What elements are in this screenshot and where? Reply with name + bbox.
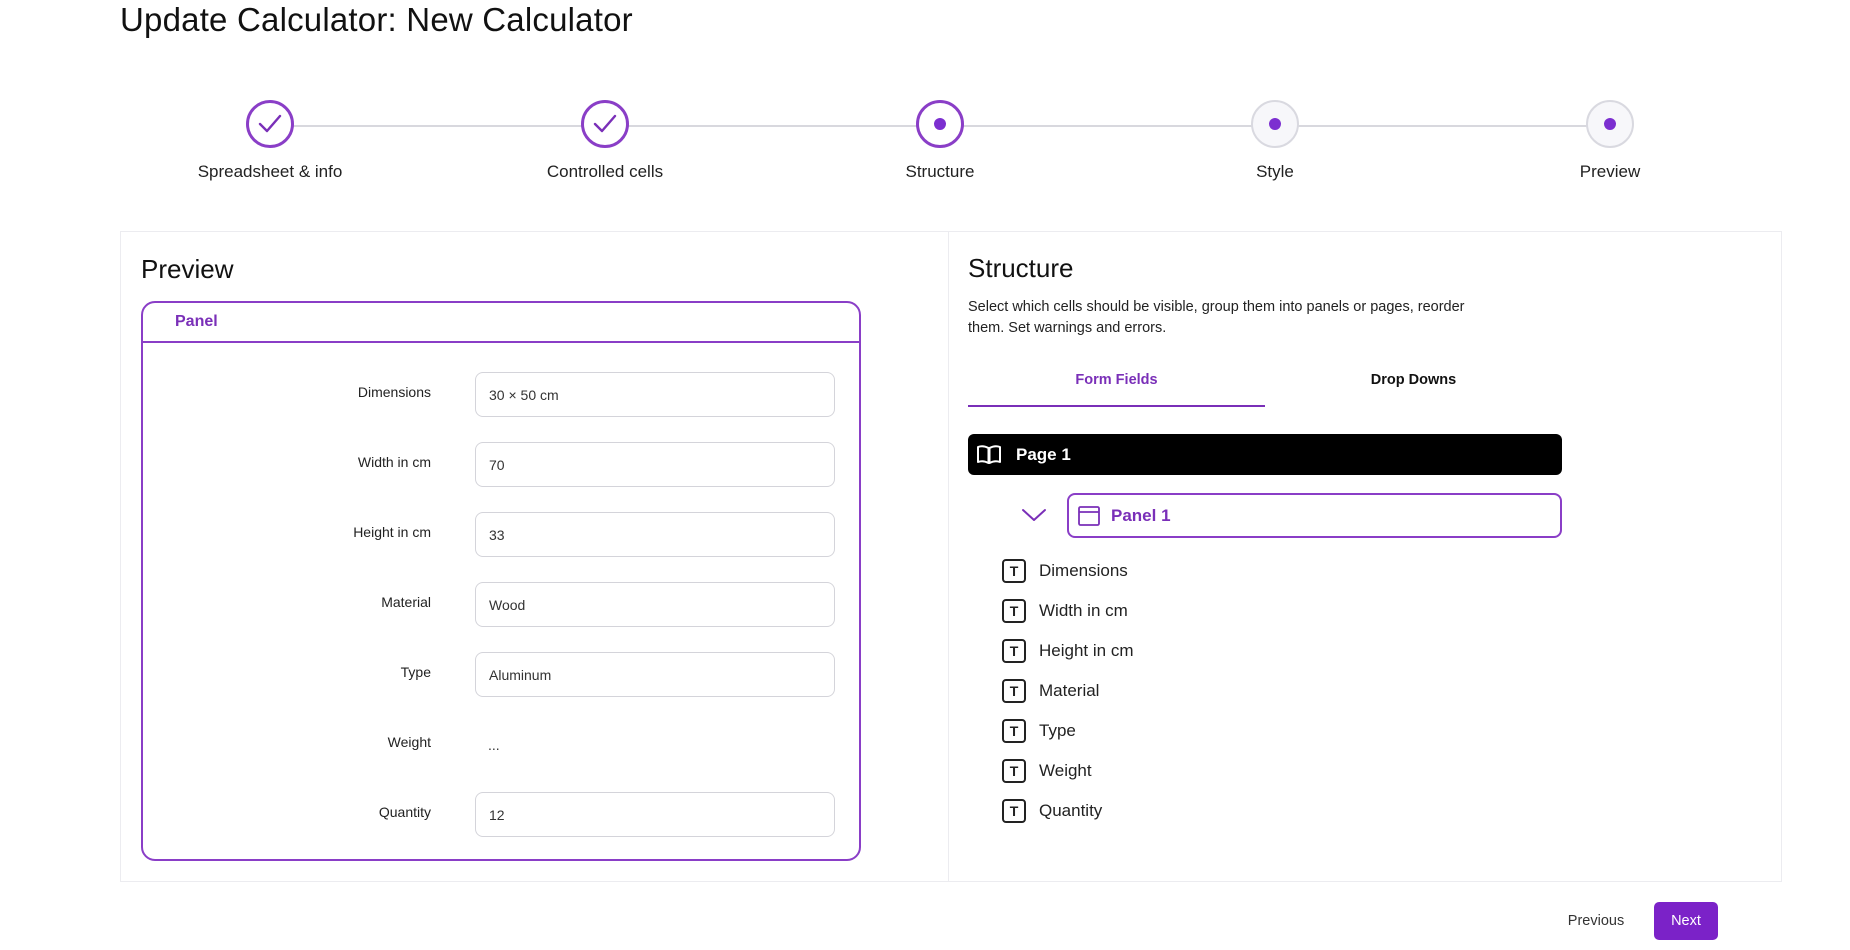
step-upcoming-circle <box>1251 100 1299 148</box>
text-field-icon: T <box>1002 599 1026 623</box>
structure-description: Select which cells should be visible, gr… <box>968 299 1465 336</box>
text-field-icon: T <box>1002 719 1026 743</box>
tree-item-label: Dimensions <box>1039 561 1128 580</box>
step-spreadsheet-info[interactable]: Spreadsheet & info <box>160 100 380 182</box>
step-upcoming-circle <box>1586 100 1634 148</box>
text-field-icon: T <box>1002 759 1026 783</box>
step-dot-icon <box>1269 118 1281 130</box>
page-1-node[interactable]: Page 1 <box>968 434 1562 475</box>
panel-window-icon <box>1078 505 1100 526</box>
text-field-icon: T <box>1002 679 1026 703</box>
progress-stepper: Spreadsheet & info Controlled cells Stru… <box>120 100 1780 200</box>
step-done-circle <box>581 100 629 148</box>
text-field-icon: T <box>1002 639 1026 663</box>
tree-item-label: Material <box>1039 681 1100 700</box>
text-field-icon: T <box>1002 559 1026 583</box>
step-preview[interactable]: Preview <box>1500 100 1720 182</box>
step-style[interactable]: Style <box>1165 100 1385 182</box>
tree-item-dimensions[interactable]: T Dimensions <box>1002 558 1128 584</box>
structure-column: Structure Select which cells should be v… <box>120 231 1782 882</box>
step-structure[interactable]: Structure <box>830 100 1050 182</box>
step-label: Spreadsheet & info <box>197 162 343 181</box>
tree-item-label: Weight <box>1039 761 1092 780</box>
previous-button[interactable]: Previous <box>1556 902 1636 940</box>
check-icon <box>593 114 617 133</box>
step-controlled-cells[interactable]: Controlled cells <box>495 100 715 182</box>
book-open-icon <box>977 444 1001 464</box>
tab-drop-downs[interactable]: Drop Downs <box>1265 369 1562 407</box>
tree-item-label: Type <box>1039 721 1076 740</box>
next-button[interactable]: Next <box>1654 902 1718 940</box>
step-label: Structure <box>905 162 975 181</box>
step-label: Controlled cells <box>546 162 664 181</box>
panel-1-node[interactable]: Panel 1 <box>1067 493 1562 538</box>
step-done-circle <box>246 100 294 148</box>
tab-form-fields[interactable]: Form Fields <box>968 369 1265 407</box>
step-label: Preview <box>1579 162 1641 181</box>
check-icon <box>258 114 282 133</box>
step-dot-icon <box>934 118 946 130</box>
panel-1-row: Panel 1 <box>968 493 1562 538</box>
text-field-icon: T <box>1002 799 1026 823</box>
tree-item-height[interactable]: T Height in cm <box>1002 638 1133 664</box>
tree-item-width[interactable]: T Width in cm <box>1002 598 1128 624</box>
step-dot-icon <box>1604 118 1616 130</box>
tree-item-label: Height in cm <box>1039 641 1134 660</box>
tree-item-label: Quantity <box>1039 801 1103 820</box>
tree-item-label: Width in cm <box>1039 601 1128 620</box>
page-title: Update Calculator: New Calculator <box>120 1 633 38</box>
panel-node-label: Panel 1 <box>1111 505 1171 525</box>
step-current-circle <box>916 100 964 148</box>
step-label: Style <box>1256 162 1294 181</box>
tree-item-type[interactable]: T Type <box>1002 718 1076 744</box>
tree-item-weight[interactable]: T Weight <box>1002 758 1092 784</box>
page-node-label: Page 1 <box>1016 444 1071 464</box>
structure-tabs: Form Fields Drop Downs <box>968 369 1562 407</box>
tree-item-quantity[interactable]: T Quantity <box>1002 798 1102 824</box>
structure-heading: Structure <box>968 253 1074 283</box>
tree-item-material[interactable]: T Material <box>1002 678 1099 704</box>
chevron-down-icon[interactable] <box>1020 503 1048 527</box>
